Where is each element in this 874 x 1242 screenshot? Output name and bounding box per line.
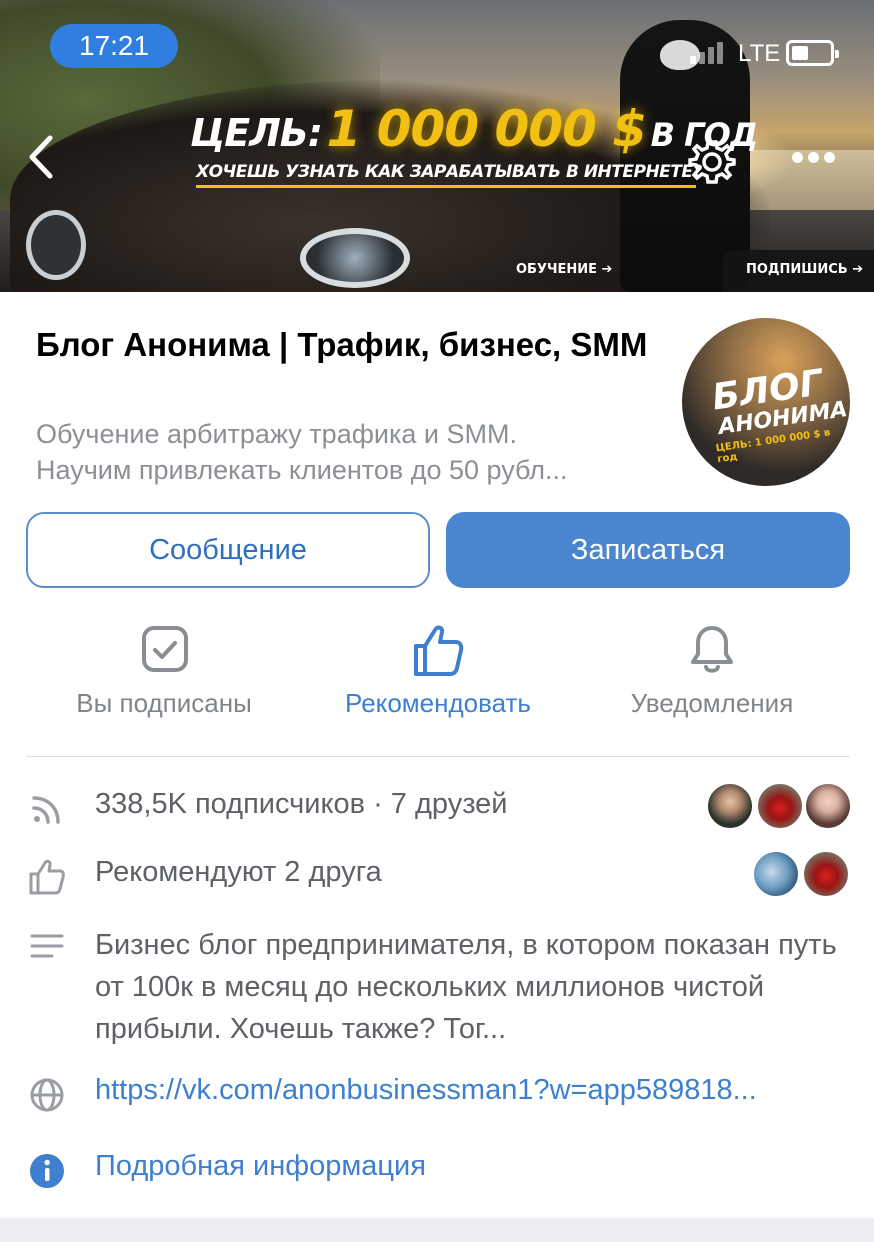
signal-icon (690, 40, 730, 64)
cover-subscribe-label: ПОДПИШИСЬ ➔ (722, 250, 874, 292)
recommend-friends[interactable]: Рекомендуют 2 друга (95, 856, 382, 889)
status-time[interactable]: 17:21 (50, 24, 178, 68)
back-button[interactable] (22, 132, 62, 182)
cover-learn-label: ОБУЧЕНИЕ ➔ (516, 262, 613, 277)
checkbox-checked-icon (142, 626, 188, 672)
friend-avatar[interactable] (752, 850, 800, 898)
group-description[interactable]: Бизнес блог предпринимателя, в котором п… (95, 924, 855, 1050)
network-type: LTE (738, 40, 781, 67)
group-status-line1: Обучение арбитражу трафика и SMM. (36, 419, 518, 449)
section-separator (0, 1218, 874, 1242)
text-lines-icon (30, 934, 64, 958)
notifications-action[interactable]: Уведомления (584, 622, 840, 722)
group-link[interactable]: https://vk.com/anonbusinessman1?w=app589… (95, 1074, 757, 1107)
more-info-link[interactable]: Подробная информация (95, 1150, 426, 1183)
section-divider (26, 756, 850, 757)
cover-subtitle: ХОЧЕШЬ УЗНАТЬ КАК ЗАРАБАТЫВАТЬ В ИНТЕРНЕ… (196, 162, 702, 188)
battery-icon (786, 40, 839, 66)
followers-count[interactable]: 338,5K подписчиков · 7 друзей (95, 788, 508, 821)
recommend-label: Рекомендовать (345, 688, 531, 718)
bell-icon (691, 626, 733, 673)
recommend-action[interactable]: Рекомендовать (310, 622, 566, 722)
friend-avatar[interactable] (706, 782, 754, 830)
chevron-left-icon (29, 135, 53, 179)
notifications-label: Уведомления (630, 688, 794, 718)
thumbs-up-icon (414, 625, 464, 676)
cover-goal-text: ЦЕЛЬ: 1 000 000 $ В ГОД (190, 100, 758, 158)
friend-avatar[interactable] (804, 782, 852, 830)
friend-avatar[interactable] (756, 782, 804, 830)
settings-button[interactable] (686, 136, 738, 188)
message-button[interactable]: Сообщение (26, 512, 430, 588)
info-icon (30, 1154, 64, 1188)
group-status-line2[interactable]: Научим привлекать клиентов до 50 рубл... (36, 452, 656, 488)
gear-icon (688, 140, 736, 184)
more-button[interactable] (788, 146, 838, 170)
join-button[interactable]: Записаться (446, 512, 850, 588)
friend-avatar[interactable] (802, 850, 850, 898)
subscribed-label: Вы подписаны (76, 688, 252, 718)
globe-icon (30, 1078, 64, 1112)
group-avatar[interactable]: БЛОГ АНОНИМА ЦЕЛЬ: 1 000 000 $ в год (682, 318, 850, 486)
thumbs-up-icon (29, 859, 65, 895)
rss-icon (32, 796, 60, 824)
group-status: Обучение арбитражу трафика и SMM. Научим… (36, 416, 656, 488)
subscribed-action[interactable]: Вы подписаны (36, 622, 292, 722)
group-name: Блог Анонима | Трафик, бизнес, SMM (36, 326, 648, 363)
